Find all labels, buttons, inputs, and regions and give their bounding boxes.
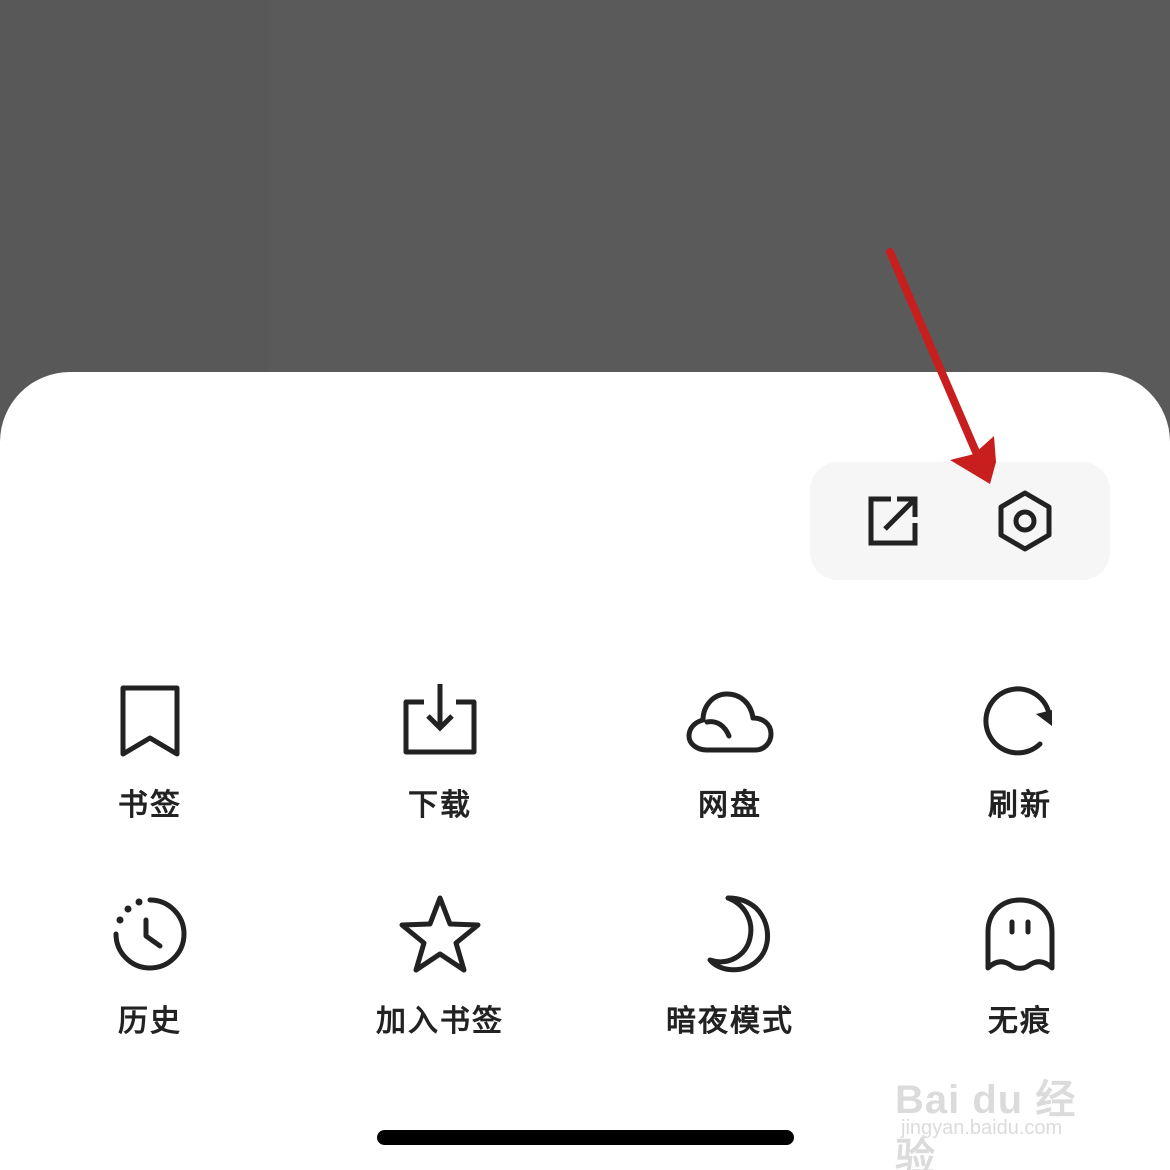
menu-item-bookmarks[interactable]: 书签	[50, 672, 250, 842]
refresh-icon	[972, 672, 1068, 768]
menu-item-history[interactable]: 历史	[50, 886, 250, 1056]
annotation-arrow-icon	[886, 248, 996, 484]
star-icon	[392, 886, 488, 982]
history-icon	[102, 886, 198, 982]
menu-item-downloads[interactable]: 下载	[340, 672, 540, 842]
menu-item-label: 暗夜模式	[666, 1004, 794, 1039]
watermark-url: jingyan.baidu.com	[901, 1117, 1063, 1139]
download-icon	[392, 672, 488, 768]
bookmark-icon	[102, 672, 198, 768]
menu-item-label: 无痕	[988, 1004, 1052, 1039]
cloud-icon	[682, 672, 778, 768]
menu-item-label: 网盘	[698, 788, 762, 823]
menu-item-label: 书签	[118, 788, 182, 823]
menu-item-label: 下载	[408, 788, 472, 823]
menu-item-add-bookmark[interactable]: 加入书签	[340, 886, 540, 1056]
menu-item-label: 刷新	[988, 788, 1052, 823]
watermark: Bai du 经验 jingyan.baidu.com	[895, 1045, 1115, 1170]
home-indicator[interactable]	[377, 1130, 794, 1145]
moon-icon	[682, 886, 778, 982]
menu-item-cloud-drive[interactable]: 网盘	[630, 672, 830, 842]
share-icon	[868, 496, 918, 546]
menu-item-label: 加入书签	[376, 1004, 504, 1039]
menu-item-refresh[interactable]: 刷新	[920, 672, 1120, 842]
menu-item-label: 历史	[118, 1004, 182, 1039]
backdrop-left-panel	[0, 0, 268, 420]
ghost-icon	[972, 886, 1068, 982]
menu-item-dark-mode[interactable]: 暗夜模式	[630, 886, 830, 1056]
menu-item-incognito[interactable]: 无痕	[920, 886, 1120, 1056]
